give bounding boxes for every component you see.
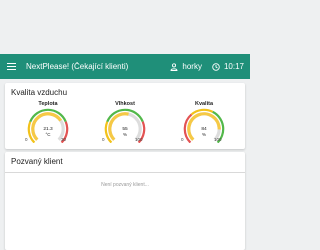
- user-name: horky: [182, 62, 202, 71]
- gauge-quality: Kvalita 84 % 0 100: [174, 101, 234, 147]
- gauge-max: 30: [61, 137, 67, 142]
- gauge-min: 0: [181, 137, 184, 142]
- gauge-max: 100: [214, 137, 222, 142]
- menu-icon[interactable]: [7, 62, 16, 71]
- gauge-humidity: Vlhkost 55 % 0 100: [95, 101, 155, 147]
- air-quality-card: Kvalita vzduchu Teplota 21.3 °C 0 30 Vlh…: [5, 83, 245, 149]
- clock-time: 10:17: [223, 62, 244, 71]
- gauge-min: 0: [25, 137, 28, 142]
- clock: 10:17: [212, 62, 244, 71]
- user-menu[interactable]: horky: [170, 62, 202, 71]
- gauge-min: 0: [102, 137, 105, 142]
- card-divider: [5, 172, 245, 173]
- empty-state-text: Není pozvaný klient...: [101, 182, 149, 188]
- invited-client-card: Pozvaný klient Není pozvaný klient...: [5, 152, 245, 250]
- invited-client-title: Pozvaný klient: [11, 157, 63, 166]
- gauge-temperature: Teplota 21.3 °C 0 30: [18, 101, 78, 147]
- user-icon: [170, 62, 178, 71]
- air-quality-title: Kvalita vzduchu: [11, 88, 68, 97]
- app-bar: NextPlease! (Čekající klienti) horky 10:…: [0, 54, 250, 79]
- gauge-max: 100: [135, 137, 143, 142]
- page-title: NextPlease! (Čekající klienti): [26, 62, 129, 71]
- clock-icon: [212, 62, 220, 71]
